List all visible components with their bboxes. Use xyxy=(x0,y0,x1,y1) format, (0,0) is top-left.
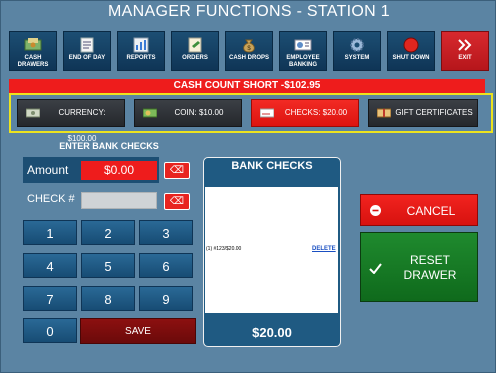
gear-icon xyxy=(350,38,364,52)
keypad-key-8[interactable]: 8 xyxy=(81,286,135,311)
toolbar-button-employee-banking[interactable]: EMPLOYEE BANKING xyxy=(279,31,327,71)
money-bag-icon: $ xyxy=(243,39,255,53)
shutdown-icon xyxy=(403,37,419,53)
toolbar-button-end-of-day[interactable]: END OF DAY xyxy=(63,31,111,71)
toolbar-button-label: SHUT DOWN xyxy=(392,55,430,61)
exit-icon xyxy=(458,39,472,51)
toolbar-button-cash-drops[interactable]: $ CASH DROPS xyxy=(225,31,273,71)
currency-icon xyxy=(26,108,40,118)
manager-functions-window: MANAGER FUNCTIONS - STATION 1 CASH DRAWE… xyxy=(0,0,496,373)
toolbar-button-label: ORDERS xyxy=(182,55,208,61)
check-number-backspace-button[interactable]: ⌫ xyxy=(164,193,190,210)
delete-check-link[interactable]: DELETE xyxy=(312,246,336,252)
amount-label: Amount xyxy=(27,163,69,177)
toolbar-button-cash-drawers[interactable]: CASH DRAWERS xyxy=(9,31,57,71)
toolbar-button-system[interactable]: SYSTEM xyxy=(333,31,381,71)
keypad-key-4[interactable]: 4 xyxy=(23,253,77,278)
reset-drawer-button[interactable]: RESET DRAWER xyxy=(360,232,478,302)
tender-checks-button[interactable]: CHECKS: $20.00 xyxy=(251,99,359,127)
window-title: MANAGER FUNCTIONS - STATION 1 xyxy=(108,3,390,20)
keypad-key-6[interactable]: 6 xyxy=(139,253,193,278)
coin-icon xyxy=(143,108,157,118)
backspace-icon: ⌫ xyxy=(169,165,185,176)
checkmark-icon xyxy=(369,263,382,274)
cancel-button[interactable]: CANCEL xyxy=(360,194,478,226)
toolbar-button-label: END OF DAY xyxy=(68,55,106,61)
toolbar-button-exit[interactable]: EXIT xyxy=(441,31,489,71)
tender-gift-certificates-label: GIFT CERTIFICATES xyxy=(395,108,473,117)
employee-banking-icon xyxy=(294,39,312,51)
keypad-key-7[interactable]: 7 xyxy=(23,286,77,311)
tender-checks-label: CHECKS: $20.00 xyxy=(284,108,348,117)
toolbar-button-label: EMPLOYEE BANKING xyxy=(286,55,320,68)
keypad-key-1[interactable]: 1 xyxy=(23,220,77,245)
cash-count-short-banner: CASH COUNT SHORT -$102.95 xyxy=(9,79,485,93)
list-item[interactable]: (1) #123/$20.00 xyxy=(206,246,241,252)
reset-drawer-label-line1: RESET xyxy=(409,253,450,267)
tender-currency-button[interactable]: CURRENCY: $100.00 xyxy=(17,99,125,143)
reports-icon xyxy=(133,37,149,53)
keypad-key-5[interactable]: 5 xyxy=(81,253,135,278)
amount-field[interactable]: $0.00 xyxy=(81,161,157,180)
backspace-icon: ⌫ xyxy=(169,196,185,207)
check-icon xyxy=(260,108,274,118)
reset-drawer-label: RESET DRAWER xyxy=(389,253,471,283)
toolbar-button-reports[interactable]: REPORTS xyxy=(117,31,165,71)
tender-gift-certificates-button[interactable]: GIFT CERTIFICATES xyxy=(368,99,478,127)
orders-icon xyxy=(188,37,202,53)
check-number-label: CHECK # xyxy=(27,193,75,205)
toolbar-button-label: CASH DROPS xyxy=(228,55,269,61)
toolbar-button-label: CASH DRAWERS xyxy=(17,55,49,68)
tender-coin-button[interactable]: COIN: $10.00 xyxy=(134,99,242,127)
bank-checks-title: BANK CHECKS xyxy=(231,160,313,172)
toolbar-button-label: EXIT xyxy=(458,55,472,61)
bank-checks-total: $20.00 xyxy=(252,325,292,340)
tender-coin-label: COIN: $10.00 xyxy=(174,108,224,117)
toolbar-button-label: REPORTS xyxy=(126,55,156,61)
amount-backspace-button[interactable]: ⌫ xyxy=(164,162,190,179)
gift-certificate-icon xyxy=(377,108,391,118)
cancel-button-label: CANCEL xyxy=(406,204,456,218)
enter-bank-checks-heading: ENTER BANK CHECKS xyxy=(59,141,159,151)
tender-type-row: CURRENCY: $100.00 COIN: $10.00 CHECKS: $… xyxy=(9,93,493,143)
save-button[interactable]: SAVE xyxy=(80,318,196,344)
end-of-day-icon xyxy=(80,37,94,53)
cancel-icon xyxy=(370,205,381,216)
keypad-key-0[interactable]: 0 xyxy=(23,318,77,343)
reset-drawer-label-line2: DRAWER xyxy=(403,268,457,282)
keypad-key-3[interactable]: 3 xyxy=(139,220,193,245)
toolbar-button-orders[interactable]: ORDERS xyxy=(171,31,219,71)
toolbar-button-label: SYSTEM xyxy=(344,55,370,61)
toolbar-button-shut-down[interactable]: SHUT DOWN xyxy=(387,31,435,71)
check-number-field[interactable] xyxy=(81,192,157,209)
keypad-key-9[interactable]: 9 xyxy=(139,286,193,311)
cash-drawer-icon xyxy=(24,38,42,51)
keypad-key-2[interactable]: 2 xyxy=(81,220,135,245)
